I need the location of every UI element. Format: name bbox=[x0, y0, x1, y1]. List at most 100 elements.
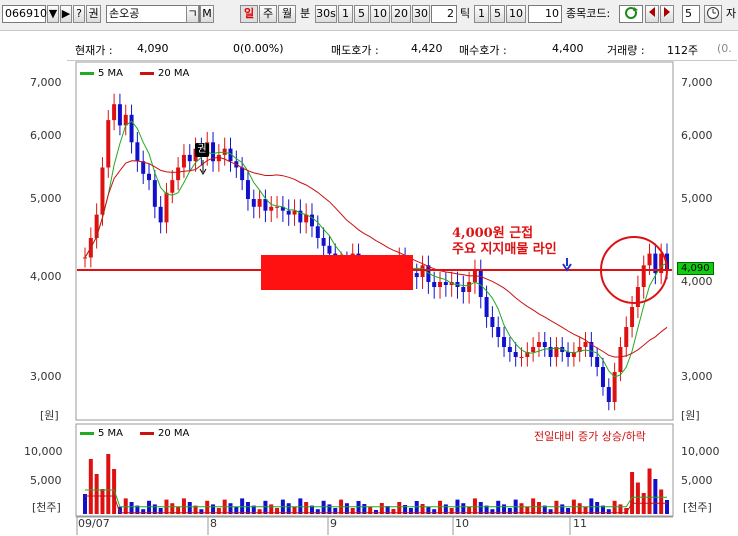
y-tick-right-3000: 3,000 bbox=[681, 370, 713, 383]
candle-body bbox=[647, 253, 652, 266]
volume-bar bbox=[659, 489, 664, 514]
volume-bar bbox=[496, 500, 501, 514]
y-tick-left-6000: 6,000 bbox=[30, 129, 62, 142]
volume-bar bbox=[414, 501, 419, 514]
volume-bar bbox=[88, 459, 93, 514]
volume-bar bbox=[356, 501, 361, 514]
candle-body bbox=[106, 120, 111, 168]
vol-tick-left-10000: 10,000 bbox=[24, 445, 63, 458]
y-tick-right-7000: 7,000 bbox=[681, 76, 713, 89]
candle-body bbox=[606, 387, 611, 402]
candle-body bbox=[630, 307, 635, 327]
candle-body bbox=[187, 154, 192, 162]
candle-body bbox=[496, 327, 501, 337]
volume-bar bbox=[536, 502, 541, 514]
volume-bar bbox=[630, 472, 635, 514]
vol-unit-right: [천주] bbox=[683, 501, 712, 514]
y-tick-right-6000: 6,000 bbox=[681, 129, 713, 142]
volume-bar bbox=[438, 500, 443, 514]
candle-body bbox=[141, 161, 146, 174]
price-unit-right: [원] bbox=[681, 409, 700, 422]
candle-body bbox=[443, 282, 448, 285]
volume-bar bbox=[304, 502, 309, 514]
candle-body bbox=[467, 282, 472, 292]
candle-body bbox=[536, 342, 541, 347]
candle-body bbox=[641, 265, 646, 287]
x-tick-4: 11 bbox=[573, 517, 587, 530]
candle-body bbox=[531, 347, 536, 352]
candle-body bbox=[240, 167, 245, 181]
volume-bar bbox=[647, 468, 652, 514]
legend-ma20: 20 MA bbox=[140, 68, 189, 79]
vol-legend-ma5: 5 MA bbox=[80, 428, 123, 439]
legend-ma5-label: 5 MA bbox=[98, 68, 124, 79]
volume-bar bbox=[187, 502, 192, 514]
candle-body bbox=[135, 142, 140, 162]
y-tick-right-4000: 4,000 bbox=[681, 275, 713, 288]
candle-body bbox=[478, 269, 483, 297]
grid-lines bbox=[75, 61, 674, 535]
candle-body bbox=[251, 199, 256, 207]
candle-body bbox=[502, 337, 507, 347]
candle-body bbox=[484, 297, 489, 317]
x-tick-0: 09/07 bbox=[78, 517, 110, 530]
vol-tick-left-5000: 5,000 bbox=[30, 474, 62, 487]
vol-tick-right-10000: 10,000 bbox=[681, 445, 720, 458]
candle-body bbox=[83, 257, 87, 259]
volume-bar bbox=[129, 502, 134, 514]
candle-body bbox=[245, 180, 250, 199]
volume-bar bbox=[240, 498, 245, 514]
volume-bars bbox=[83, 454, 669, 514]
candle-body bbox=[292, 210, 297, 215]
candle-body bbox=[315, 226, 320, 238]
candle-body bbox=[600, 367, 605, 387]
candle-body bbox=[112, 104, 117, 121]
candle-body bbox=[181, 154, 186, 168]
volume-bar bbox=[321, 500, 326, 514]
candle-body bbox=[635, 287, 640, 307]
candle-body bbox=[152, 180, 157, 207]
y-tick-left-5000: 5,000 bbox=[30, 192, 62, 205]
y-tick-right-5000: 5,000 bbox=[681, 192, 713, 205]
vol-legend-ma5-label: 5 MA bbox=[98, 428, 124, 439]
volume-bar bbox=[635, 482, 640, 514]
volume-bar bbox=[181, 498, 186, 514]
rights-marker: 권 bbox=[195, 143, 209, 157]
volume-bar bbox=[245, 502, 250, 514]
support-zone-box bbox=[261, 255, 413, 290]
vol-unit-left: [천주] bbox=[32, 501, 61, 514]
candle-body bbox=[519, 357, 524, 358]
volume-bar bbox=[106, 454, 111, 514]
candle-body bbox=[414, 273, 419, 277]
candle-body bbox=[542, 342, 547, 347]
candle-body bbox=[129, 114, 134, 143]
volume-bar bbox=[595, 502, 600, 514]
volume-bar bbox=[612, 500, 617, 514]
volume-bar bbox=[472, 498, 477, 514]
volume-bar bbox=[263, 500, 268, 514]
legend-ma20-label: 20 MA bbox=[158, 68, 190, 79]
candle-body bbox=[176, 167, 181, 181]
candle-body bbox=[432, 282, 437, 287]
candle-body bbox=[566, 352, 571, 357]
y-tick-left-3000: 3,000 bbox=[30, 370, 62, 383]
legend-ma5: 5 MA bbox=[80, 68, 123, 79]
annotation-line2: 주요 지지매물 라인 bbox=[452, 242, 557, 257]
volume-bar bbox=[100, 489, 105, 514]
volume-note: 전일대비 증가 상승/하락 bbox=[534, 430, 646, 443]
x-tick-3: 10 bbox=[455, 517, 469, 530]
volume-bar bbox=[205, 500, 210, 514]
candle-body bbox=[309, 214, 314, 227]
down-arrow-icon bbox=[562, 258, 572, 272]
candle-body bbox=[147, 173, 152, 181]
candle-body bbox=[94, 214, 99, 238]
candle-body bbox=[583, 342, 588, 347]
candle-body bbox=[222, 148, 227, 155]
candle-body bbox=[327, 245, 332, 254]
volume-bar bbox=[554, 500, 559, 514]
volume-bar bbox=[298, 498, 303, 514]
candle-body bbox=[100, 167, 105, 215]
candle-body bbox=[507, 347, 512, 352]
volume-bar bbox=[531, 498, 536, 514]
candle-body bbox=[420, 265, 425, 277]
